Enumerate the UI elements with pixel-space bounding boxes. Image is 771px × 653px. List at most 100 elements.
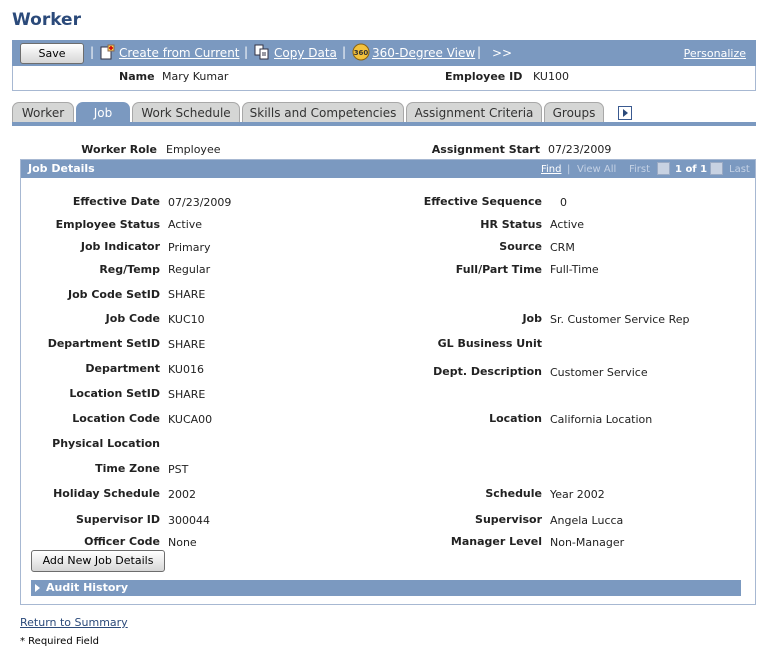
tab-work-schedule[interactable]: Work Schedule bbox=[132, 102, 240, 123]
employee-id-value: KU100 bbox=[533, 70, 569, 83]
personalize-link[interactable]: Personalize bbox=[684, 47, 746, 60]
next-row-icon[interactable] bbox=[710, 162, 723, 175]
job-code-label: Job Code bbox=[105, 312, 160, 325]
name-label: Name bbox=[119, 70, 155, 83]
toolbar-separator: | bbox=[477, 45, 482, 59]
toolbar-separator: | bbox=[90, 45, 95, 59]
location-code-value: KUCA00 bbox=[168, 413, 213, 426]
job-details-title: Job Details bbox=[28, 162, 95, 175]
toolbar-separator: | bbox=[244, 45, 249, 59]
effective-sequence-label: Effective Sequence bbox=[423, 195, 542, 208]
expand-icon bbox=[35, 584, 40, 592]
employee-status-value: Active bbox=[168, 218, 203, 231]
more-actions-link[interactable]: >> bbox=[492, 46, 512, 60]
time-zone-value: PST bbox=[168, 463, 189, 476]
create-from-current-link[interactable]: Create from Current bbox=[119, 46, 240, 60]
360-degree-view-icon: 360 bbox=[352, 43, 370, 64]
location-code-label: Location Code bbox=[72, 412, 160, 425]
job-code-setid-label: Job Code SetID bbox=[67, 288, 160, 301]
copy-data-link[interactable]: Copy Data bbox=[274, 46, 337, 60]
tab-assignment-criteria[interactable]: Assignment Criteria bbox=[406, 102, 542, 123]
dept-description-value: Customer Service bbox=[550, 366, 648, 379]
find-link[interactable]: Find bbox=[541, 164, 562, 175]
effective-date-label: Effective Date bbox=[72, 195, 160, 208]
return-to-summary-link[interactable]: Return to Summary bbox=[20, 616, 128, 629]
separator: | bbox=[567, 164, 571, 175]
job-value: Sr. Customer Service Rep bbox=[550, 313, 690, 326]
job-code-setid-value: SHARE bbox=[168, 288, 206, 301]
effective-sequence-value: 0 bbox=[560, 196, 567, 209]
tab-groups[interactable]: Groups bbox=[544, 102, 604, 123]
row-count: 1 of 1 bbox=[675, 164, 708, 175]
department-setid-label: Department SetID bbox=[47, 337, 160, 350]
location-value: California Location bbox=[550, 413, 653, 426]
tab-underline bbox=[12, 122, 756, 126]
first-label: First bbox=[629, 164, 651, 175]
hr-status-label: HR Status bbox=[480, 218, 542, 231]
reg-temp-label: Reg/Temp bbox=[99, 263, 160, 276]
page-title: Worker bbox=[12, 10, 81, 30]
supervisor-value: Angela Lucca bbox=[550, 514, 624, 527]
audit-history-label: Audit History bbox=[46, 581, 129, 594]
supervisor-id-value: 300044 bbox=[168, 514, 210, 527]
job-details-header: Job Details Find | View All First 1 of 1… bbox=[21, 160, 755, 178]
department-label: Department bbox=[85, 362, 160, 375]
save-button[interactable]: Save bbox=[20, 43, 84, 64]
audit-history-section[interactable]: Audit History bbox=[31, 580, 741, 596]
tab-job[interactable]: Job bbox=[76, 102, 130, 123]
gl-business-unit-label: GL Business Unit bbox=[437, 337, 542, 350]
job-label: Job bbox=[522, 312, 542, 325]
360-icon-text: 360 bbox=[354, 49, 369, 57]
add-new-job-details-button[interactable]: Add New Job Details bbox=[31, 550, 165, 572]
source-value: CRM bbox=[550, 241, 575, 254]
job-code-value: KUC10 bbox=[168, 313, 205, 326]
360-degree-view-link[interactable]: 360-Degree View bbox=[372, 46, 475, 60]
job-indicator-value: Primary bbox=[168, 241, 211, 254]
name-value: Mary Kumar bbox=[162, 70, 229, 83]
source-label: Source bbox=[499, 240, 542, 253]
officer-code-value: None bbox=[168, 536, 197, 549]
create-from-current-icon bbox=[100, 44, 116, 63]
schedule-label: Schedule bbox=[485, 487, 542, 500]
required-field-note: * Required Field bbox=[20, 636, 99, 647]
tab-bar: Worker Job Work Schedule Skills and Comp… bbox=[12, 102, 756, 124]
schedule-value: Year 2002 bbox=[550, 488, 605, 501]
full-part-time-label: Full/Part Time bbox=[455, 263, 542, 276]
tab-skills-competencies[interactable]: Skills and Competencies bbox=[242, 102, 404, 123]
worker-role-label: Worker Role bbox=[81, 143, 157, 156]
last-label: Last bbox=[729, 164, 750, 175]
officer-code-label: Officer Code bbox=[84, 535, 160, 548]
department-value: KU016 bbox=[168, 363, 204, 376]
manager-level-label: Manager Level bbox=[450, 535, 542, 548]
hr-status-value: Active bbox=[550, 218, 585, 231]
location-setid-label: Location SetID bbox=[69, 387, 160, 400]
view-all-link[interactable]: View All bbox=[577, 164, 616, 175]
reg-temp-value: Regular bbox=[168, 263, 211, 276]
job-indicator-label: Job Indicator bbox=[80, 240, 160, 253]
effective-date-value: 07/23/2009 bbox=[168, 196, 232, 209]
physical-location-label: Physical Location bbox=[52, 437, 160, 450]
tab-worker[interactable]: Worker bbox=[12, 102, 74, 123]
copy-data-icon bbox=[254, 44, 270, 63]
employee-status-label: Employee Status bbox=[55, 218, 160, 231]
time-zone-label: Time Zone bbox=[95, 462, 160, 475]
location-setid-value: SHARE bbox=[168, 388, 206, 401]
supervisor-id-label: Supervisor ID bbox=[75, 513, 160, 526]
tab-scroll-right-icon[interactable] bbox=[618, 106, 632, 120]
full-part-time-value: Full-Time bbox=[550, 263, 599, 276]
employee-id-label: Employee ID bbox=[445, 70, 523, 83]
worker-header: Name Mary Kumar Employee ID KU100 bbox=[12, 66, 756, 91]
department-setid-value: SHARE bbox=[168, 338, 206, 351]
supervisor-label: Supervisor bbox=[475, 513, 542, 526]
manager-level-value: Non-Manager bbox=[550, 536, 625, 549]
worker-role-value: Employee bbox=[166, 143, 221, 156]
previous-row-icon[interactable] bbox=[657, 162, 670, 175]
dept-description-label: Dept. Description bbox=[433, 365, 542, 378]
job-details-group: Job Details Find | View All First 1 of 1… bbox=[20, 159, 756, 605]
assignment-start-label: Assignment Start bbox=[431, 143, 540, 156]
toolbar-separator: | bbox=[342, 45, 347, 59]
holiday-schedule-value: 2002 bbox=[168, 488, 196, 501]
assignment-start-value: 07/23/2009 bbox=[548, 143, 612, 156]
holiday-schedule-label: Holiday Schedule bbox=[53, 487, 160, 500]
toolbar: Save | Create from Current | Copy Data |… bbox=[12, 40, 756, 66]
